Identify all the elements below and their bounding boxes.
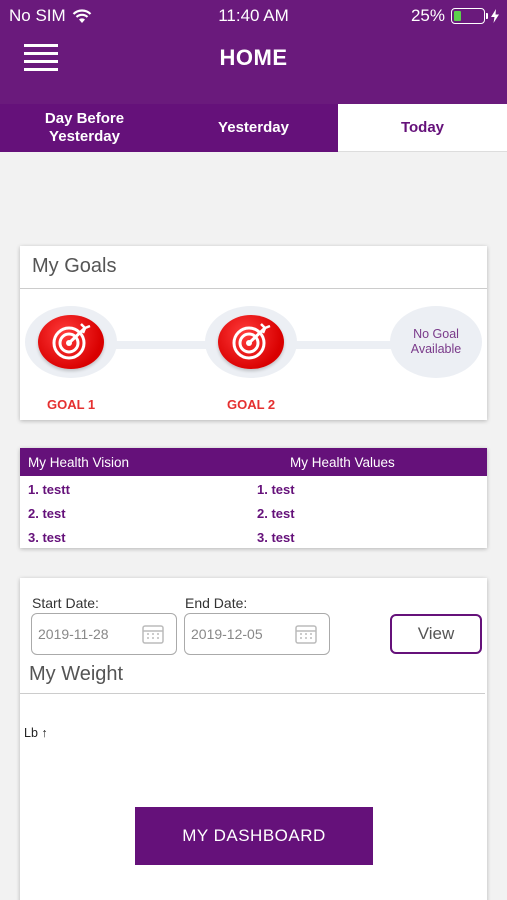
vision-item: 1. testt (28, 482, 70, 497)
weight-title: My Weight (20, 660, 485, 694)
status-bar: No SIM 11:40 AM 25% (0, 0, 507, 32)
start-date-label: Start Date: (32, 595, 99, 611)
weight-card: Start Date: 2019-11-28 End Date: 2019-12… (20, 578, 487, 900)
dashboard-button[interactable]: MY DASHBOARD (135, 807, 373, 865)
end-date-field[interactable]: 2019-12-05 (184, 613, 330, 655)
tab-today[interactable]: Today (338, 104, 507, 152)
charging-icon (491, 9, 499, 23)
no-goal-label: No Goal Available (410, 327, 462, 356)
target-icon (38, 315, 104, 369)
goal-node-empty[interactable]: No Goal Available (390, 306, 482, 378)
health-card: My Health Vision My Health Values 1. tes… (20, 448, 487, 548)
target-icon (218, 315, 284, 369)
weight-unit-label: Lb ↑ (24, 726, 48, 740)
health-header: My Health Vision My Health Values (20, 448, 487, 476)
tab-label: Day Before Yesterday (44, 110, 125, 145)
goals-card: My Goals GOAL 1 GOAL 2 No Goal Available (20, 246, 487, 420)
page-title: HOME (219, 45, 288, 70)
view-button[interactable]: View (390, 614, 482, 654)
calendar-icon (295, 625, 317, 644)
value-item: 2. test (257, 506, 295, 521)
tab-yesterday[interactable]: Yesterday (169, 104, 338, 152)
battery-group: 25% (411, 6, 499, 26)
goal-2-label: GOAL 2 (227, 397, 276, 412)
tab-label: Today (400, 118, 445, 136)
value-item: 1. test (257, 482, 295, 497)
vision-item: 3. test (28, 530, 66, 545)
tab-day-before-yesterday[interactable]: Day Before Yesterday (0, 104, 169, 152)
battery-icon (451, 8, 488, 24)
start-date-field[interactable]: 2019-11-28 (31, 613, 177, 655)
goal-node-2[interactable] (205, 306, 297, 378)
battery-percent: 25% (410, 6, 445, 25)
tab-label: Yesterday (218, 119, 289, 136)
day-tabs: Day Before Yesterday Yesterday Today (0, 104, 507, 152)
goal-node-1[interactable] (25, 306, 117, 378)
vision-item: 2. test (28, 506, 66, 521)
calendar-icon (142, 625, 164, 644)
end-date-label: End Date: (185, 595, 248, 611)
vision-header: My Health Vision (28, 455, 130, 470)
value-item: 3. test (257, 530, 295, 545)
start-date-value: 2019-11-28 (38, 626, 109, 642)
values-header: My Health Values (290, 455, 395, 470)
end-date-value: 2019-12-05 (191, 626, 263, 642)
nav-bar: HOME (0, 32, 507, 104)
battery-fill (454, 11, 461, 21)
goal-1-label: GOAL 1 (47, 397, 96, 412)
goals-title: My Goals (20, 246, 487, 289)
